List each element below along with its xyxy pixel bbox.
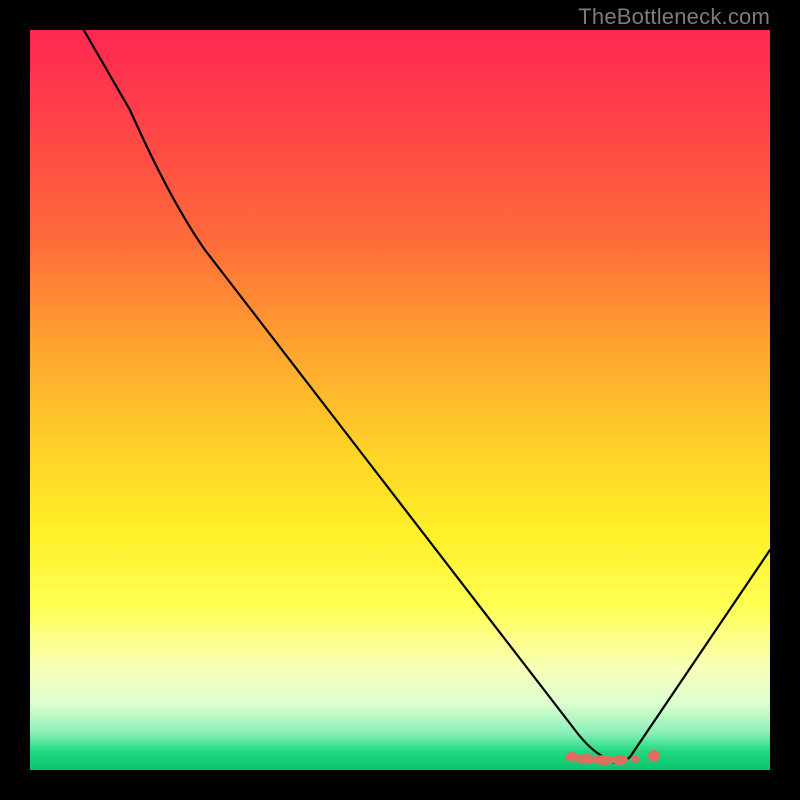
marker-dot [648, 750, 660, 762]
curve-layer [30, 30, 770, 770]
bottleneck-gradient-plot [30, 30, 770, 770]
minimum-marker-cluster [565, 750, 660, 765]
chart-frame: TheBottleneck.com [0, 0, 800, 800]
marker-dot [612, 755, 628, 765]
marker-dot [631, 755, 639, 763]
watermark-text: TheBottleneck.com [578, 4, 770, 30]
bottleneck-curve [78, 20, 770, 763]
marker-dot [593, 755, 615, 765]
marker-dot [576, 754, 596, 764]
